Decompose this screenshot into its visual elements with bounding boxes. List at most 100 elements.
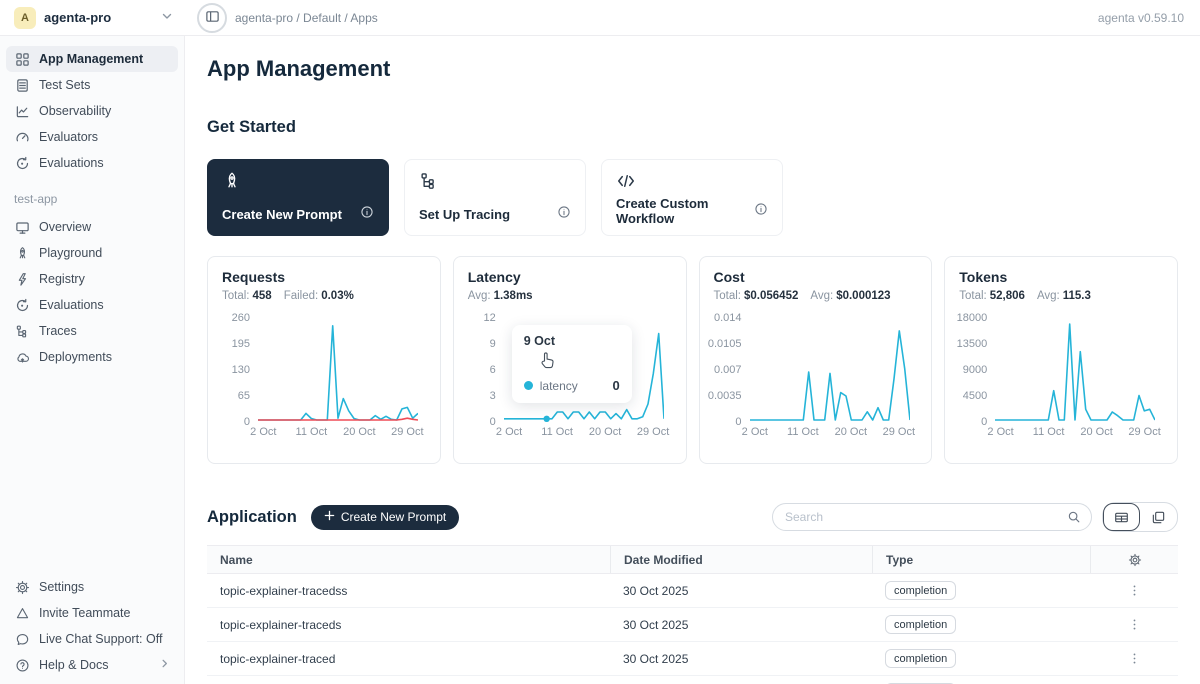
chart-tooltip: 9 Oct latency 0 — [512, 325, 632, 403]
card-view-button[interactable] — [1140, 503, 1177, 531]
workspace-avatar: A — [14, 7, 36, 29]
refresh-circle-icon — [14, 297, 30, 313]
sidebar-item-settings[interactable]: Settings — [6, 574, 178, 600]
chat-icon — [14, 631, 30, 647]
refresh-circle-icon — [14, 155, 30, 171]
sidebar-item-registry[interactable]: Registry — [6, 266, 178, 292]
cost-chart-card: Cost Total:$0.056452 Avg:$0.000123 0.014… — [699, 256, 933, 464]
table-row[interactable]: career-assessment 27 Oct 2025 completion — [207, 676, 1178, 684]
plus-icon — [324, 510, 335, 524]
sidebar-item-label: Evaluators — [39, 130, 98, 144]
cost-chart: 0.0140.01050.0070.00350 2 Oct11 Oct20 Oc… — [714, 318, 918, 440]
sidebar-item-app-evaluations[interactable]: Evaluations — [6, 292, 178, 318]
sidebar-item-test-sets[interactable]: Test Sets — [6, 72, 178, 98]
y-axis-labels: 0.0140.01050.0070.00350 — [714, 318, 750, 422]
table-row[interactable]: topic-explainer-tracedss 30 Oct 2025 com… — [207, 574, 1178, 608]
column-header-name: Name — [207, 546, 610, 573]
sidebar-item-label: Invite Teammate — [39, 606, 130, 620]
chart-title: Cost — [714, 269, 918, 285]
app-name: topic-explainer-tracedss — [207, 584, 610, 598]
application-heading: Application — [207, 508, 297, 527]
row-menu-button[interactable] — [1128, 584, 1141, 597]
row-menu-button[interactable] — [1128, 618, 1141, 631]
column-settings-gear-icon[interactable] — [1090, 546, 1178, 573]
gear-icon — [14, 579, 30, 595]
chart-title: Tokens — [959, 269, 1163, 285]
requests-chart: 260195130650 2 Oct11 Oct20 Oct29 Oct — [222, 318, 426, 440]
column-header-type: Type — [872, 546, 1090, 573]
sidebar-item-deployments[interactable]: Deployments — [6, 344, 178, 370]
sidebar-item-label: Evaluations — [39, 156, 104, 170]
create-new-prompt-card[interactable]: Create New Prompt — [207, 159, 389, 236]
workspace-name: agenta-pro — [44, 10, 111, 25]
x-axis-labels: 2 Oct11 Oct20 Oct29 Oct — [750, 422, 910, 440]
sidebar-item-live-chat[interactable]: Live Chat Support: Off — [6, 626, 178, 652]
info-icon[interactable] — [557, 205, 571, 224]
sidebar-toggle-button[interactable] — [197, 3, 227, 33]
application-section: Application Create New Prompt — [207, 502, 1178, 684]
sidebar-item-label: Deployments — [39, 350, 112, 364]
tokens-chart: 1800013500900045000 2 Oct11 Oct20 Oct29 … — [959, 318, 1163, 440]
y-axis-labels: 1800013500900045000 — [959, 318, 995, 422]
chart-title: Requests — [222, 269, 426, 285]
sidebar-item-label: Test Sets — [39, 78, 90, 92]
shell: App Management Test Sets Observability E… — [0, 36, 1200, 684]
create-custom-workflow-card[interactable]: Create Custom Workflow — [601, 159, 783, 236]
sidebar-item-invite-teammate[interactable]: Invite Teammate — [6, 600, 178, 626]
info-icon[interactable] — [360, 205, 374, 224]
sidebar-item-evaluators[interactable]: Evaluators — [6, 124, 178, 150]
lightning-icon — [14, 271, 30, 287]
chart-stats: Avg:1.38ms — [468, 290, 672, 302]
sidebar-item-help-docs[interactable]: Help & Docs — [6, 652, 178, 678]
chart-title: Latency — [468, 269, 672, 285]
chevron-right-icon — [159, 658, 170, 672]
search-icon — [1067, 510, 1081, 524]
sidebar-item-observability[interactable]: Observability — [6, 98, 178, 124]
create-new-prompt-button[interactable]: Create New Prompt — [311, 505, 459, 530]
help-icon — [14, 657, 30, 673]
tooltip-value: 0 — [613, 378, 620, 393]
search-input[interactable] — [773, 510, 1067, 524]
column-header-date-modified: Date Modified — [610, 546, 872, 573]
sidebar-item-label: App Management — [39, 52, 143, 66]
table-view-button[interactable] — [1103, 503, 1140, 531]
sidebar-item-label: Settings — [39, 580, 84, 594]
get-started-cards: Create New Prompt Set Up Tracing Create … — [207, 159, 1178, 236]
sidebar-item-label: Registry — [39, 272, 85, 286]
table-row[interactable]: topic-explainer-traceds 30 Oct 2025 comp… — [207, 608, 1178, 642]
date-modified: 30 Oct 2025 — [610, 618, 872, 632]
tooltip-date: 9 Oct — [524, 334, 620, 348]
x-axis-labels: 2 Oct11 Oct20 Oct29 Oct — [995, 422, 1155, 440]
monitor-icon — [14, 219, 30, 235]
row-menu-button[interactable] — [1128, 652, 1141, 665]
hand-cursor-icon — [538, 351, 556, 376]
app-root: A agenta-pro agenta-pro / Default / Apps… — [0, 0, 1200, 684]
metric-charts: Requests Total:458 Failed:0.03% 26019513… — [207, 256, 1178, 464]
rocket-icon — [14, 245, 30, 261]
sidebar-item-traces[interactable]: Traces — [6, 318, 178, 344]
x-axis-labels: 2 Oct11 Oct20 Oct29 Oct — [504, 422, 664, 440]
sidebar-item-evaluations[interactable]: Evaluations — [6, 150, 178, 176]
breadcrumb[interactable]: agenta-pro / Default / Apps — [235, 11, 378, 25]
sidebar-item-overview[interactable]: Overview — [6, 214, 178, 240]
table-row[interactable]: topic-explainer-traced 30 Oct 2025 compl… — [207, 642, 1178, 676]
code-icon — [616, 171, 768, 196]
x-axis-labels: 2 Oct11 Oct20 Oct29 Oct — [258, 422, 418, 440]
sidebar-section-label: test-app — [0, 176, 184, 214]
tracing-tree-icon — [419, 171, 571, 196]
grid-icon — [14, 51, 30, 67]
page-title: App Management — [207, 56, 1178, 82]
date-modified: 30 Oct 2025 — [610, 652, 872, 666]
app-name: topic-explainer-traceds — [207, 618, 610, 632]
triangle-icon — [14, 605, 30, 621]
workspace-selector[interactable]: A agenta-pro — [0, 7, 185, 29]
sidebar-item-app-management[interactable]: App Management — [6, 46, 178, 72]
view-toggle — [1102, 502, 1178, 532]
sidebar-item-playground[interactable]: Playground — [6, 240, 178, 266]
get-started-heading: Get Started — [207, 118, 1178, 137]
sidebar: App Management Test Sets Observability E… — [0, 36, 185, 684]
set-up-tracing-card[interactable]: Set Up Tracing — [404, 159, 586, 236]
type-badge: completion — [885, 649, 956, 668]
info-icon[interactable] — [754, 202, 768, 221]
test-sets-icon — [14, 77, 30, 93]
